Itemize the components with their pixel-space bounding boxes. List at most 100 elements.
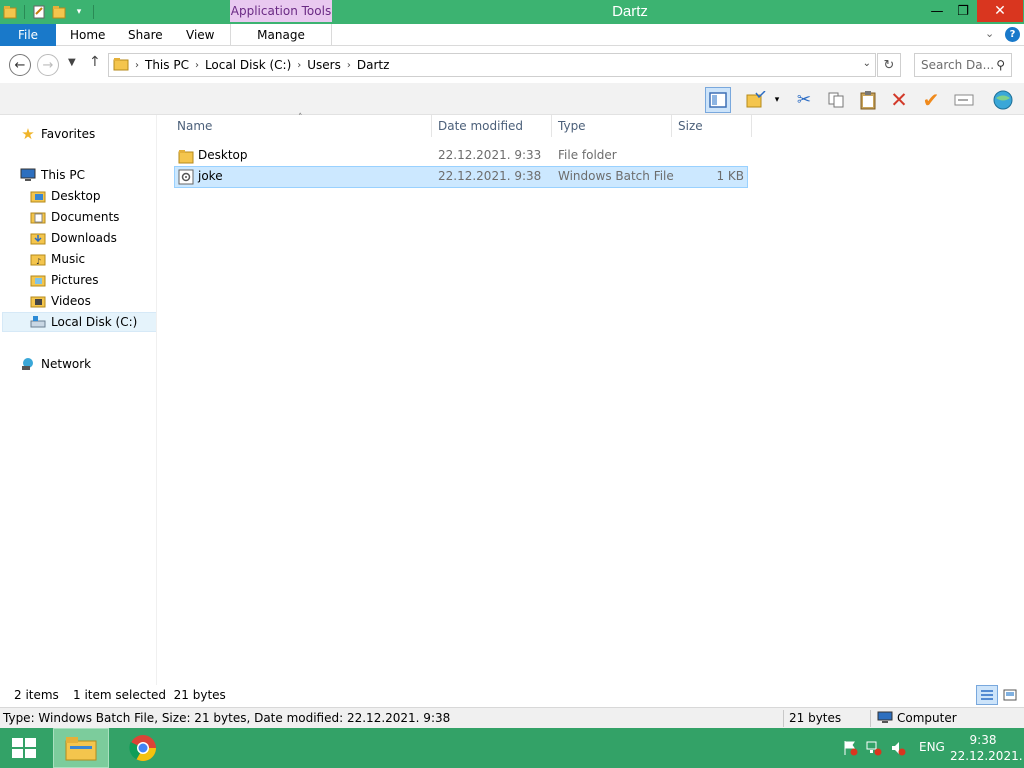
nav-item-label: Videos (51, 294, 91, 308)
svg-text:♪: ♪ (36, 257, 41, 266)
nav-item-documents[interactable]: Documents (30, 207, 119, 227)
new-folder-icon[interactable] (51, 4, 67, 20)
nav-item-videos[interactable]: Videos (30, 291, 91, 311)
help-icon[interactable]: ? (1005, 27, 1020, 42)
star-icon: ★ (21, 125, 35, 143)
nav-item-pictures[interactable]: Pictures (30, 270, 99, 290)
tab-share[interactable]: Share (128, 24, 163, 46)
command-toolbar: ▾ ✂ ✕ ✔ (0, 83, 1024, 115)
address-row: ← → ▼ ↑ › This PC › Local Disk (C:) › Us… (0, 47, 1024, 83)
search-input[interactable]: Search Da... ⚲ (914, 53, 1012, 77)
paste-icon[interactable] (855, 87, 881, 113)
file-name: joke (198, 169, 223, 183)
nav-favorites-label: Favorites (41, 127, 96, 141)
forward-button[interactable]: → (37, 54, 59, 76)
computer-icon (20, 167, 36, 183)
taskbar-explorer-button[interactable] (53, 728, 109, 768)
preview-pane-button[interactable] (705, 87, 731, 113)
delete-icon[interactable]: ✕ (886, 87, 912, 113)
computer-icon (877, 711, 893, 727)
details-location: Computer (897, 711, 957, 725)
file-name: Desktop (198, 148, 248, 162)
network-status-icon[interactable] (866, 740, 882, 759)
chevron-right-icon[interactable]: › (195, 60, 199, 71)
table-row[interactable]: joke 22.12.2021. 9:38 Windows Batch File… (174, 166, 748, 188)
nav-item-desktop[interactable]: Desktop (30, 186, 101, 206)
details-view-button[interactable] (976, 685, 998, 705)
navigation-pane: ★ Favorites This PC Desktop Documents Do… (0, 115, 158, 685)
volume-muted-icon[interactable] (890, 740, 906, 759)
column-header-type[interactable]: Type (553, 115, 672, 137)
taskbar-clock[interactable]: 9:38 22.12.2021. (950, 732, 1023, 764)
pictures-folder-icon (30, 272, 46, 288)
nav-item-music[interactable]: ♪ Music (30, 249, 85, 269)
column-header-date[interactable]: Date modified (433, 115, 552, 137)
taskbar-chrome-button[interactable] (115, 728, 171, 768)
breadcrumb-this-pc[interactable]: This PC (145, 58, 189, 72)
minimize-button[interactable]: — (922, 0, 952, 22)
chevron-right-icon[interactable]: › (135, 60, 139, 71)
search-placeholder: Search Da... (921, 58, 995, 72)
large-icons-view-button[interactable] (999, 685, 1021, 705)
checkmark-icon[interactable]: ✔ (918, 87, 944, 113)
window-title: Dartz (612, 3, 648, 20)
nav-item-label: Pictures (51, 273, 99, 287)
nav-item-downloads[interactable]: Downloads (30, 228, 117, 248)
refresh-button[interactable]: ↻ (877, 53, 901, 77)
properties-icon[interactable] (31, 4, 47, 20)
up-arrow-icon[interactable]: ↑ (89, 54, 101, 70)
chevron-right-icon[interactable]: › (347, 60, 351, 71)
copy-icon[interactable] (823, 87, 849, 113)
action-center-flag-icon[interactable] (842, 740, 858, 759)
table-row[interactable]: Desktop 22.12.2021. 9:33 File folder (174, 145, 748, 167)
cut-icon[interactable]: ✂ (791, 87, 817, 113)
nav-item-label: Documents (51, 210, 120, 224)
nav-item-label: Downloads (51, 231, 117, 245)
divider (783, 710, 784, 727)
qat-divider (24, 5, 25, 19)
nav-item-label: Local Disk (C:) (51, 315, 138, 329)
windows-start-button[interactable] (8, 736, 40, 760)
application-tools-label: Application Tools (230, 0, 332, 22)
maximize-button[interactable]: ❐ (950, 0, 976, 22)
breadcrumb-users[interactable]: Users (307, 58, 341, 72)
chevron-down-icon[interactable]: ▾ (770, 87, 784, 113)
tab-file[interactable]: File (0, 24, 56, 46)
folder-options-icon[interactable] (743, 87, 769, 113)
nav-network[interactable]: Network (20, 354, 91, 374)
tab-view[interactable]: View (186, 24, 214, 46)
tab-home[interactable]: Home (70, 24, 105, 46)
breadcrumb-dartz[interactable]: Dartz (357, 58, 390, 72)
rename-icon[interactable] (951, 87, 977, 113)
details-bar: Type: Windows Batch File, Size: 21 bytes… (0, 707, 1024, 728)
clock-date: 22.12.2021. (950, 749, 1023, 763)
input-language[interactable]: ENG (919, 740, 945, 754)
file-type: File folder (558, 148, 617, 162)
folder-icon (178, 148, 194, 164)
nav-item-local-disk[interactable]: Local Disk (C:) (2, 312, 157, 332)
nav-item-label: Music (51, 252, 86, 266)
selection-info: 1 item selected 21 bytes (73, 688, 226, 702)
customize-qat-icon[interactable]: ▾ (71, 4, 87, 20)
details-info: Type: Windows Batch File, Size: 21 bytes… (3, 711, 451, 725)
column-header-size[interactable]: Size (673, 115, 752, 137)
nav-this-pc[interactable]: This PC (20, 165, 85, 185)
nav-favorites[interactable]: ★ Favorites (20, 124, 95, 144)
title-bar: ▾ Application Tools Dartz — ❐ ✕ (0, 0, 1024, 24)
expand-ribbon-icon[interactable]: ⌄ (985, 27, 994, 40)
details-size: 21 bytes (789, 711, 842, 725)
chevron-right-icon[interactable]: › (297, 60, 301, 71)
network-icon (20, 356, 36, 372)
recent-locations-icon[interactable]: ▼ (68, 57, 76, 68)
close-button[interactable]: ✕ (977, 0, 1023, 22)
search-icon: ⚲ (996, 58, 1005, 72)
tab-manage[interactable]: Manage (230, 24, 332, 46)
quick-access-toolbar: ▾ (0, 0, 96, 24)
chevron-down-icon[interactable]: ⌄ (863, 58, 871, 69)
globe-icon[interactable] (990, 87, 1016, 113)
folder-icon[interactable] (2, 4, 18, 20)
address-bar[interactable]: › This PC › Local Disk (C:) › Users › Da… (108, 53, 876, 77)
column-header-name[interactable]: Name (172, 115, 432, 137)
breadcrumb-local-disk[interactable]: Local Disk (C:) (205, 58, 291, 72)
back-button[interactable]: ← (9, 54, 31, 76)
